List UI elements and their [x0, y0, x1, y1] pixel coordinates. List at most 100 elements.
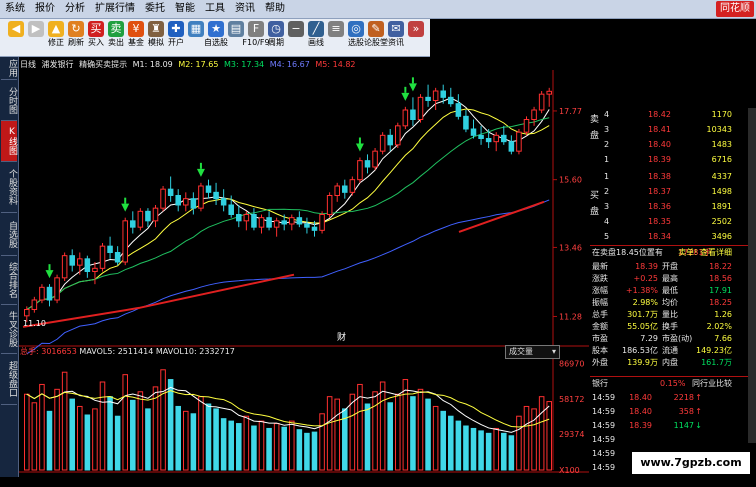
candle-body[interactable]	[54, 277, 60, 301]
candle-body[interactable]	[508, 141, 515, 152]
candle-body[interactable]	[296, 217, 303, 225]
candle-body[interactable]	[145, 210, 151, 222]
candle-body[interactable]	[24, 309, 30, 317]
candle-body[interactable]	[251, 214, 257, 228]
candle-body[interactable]	[304, 223, 310, 228]
candle-body[interactable]	[31, 299, 38, 310]
candle-body[interactable]	[493, 134, 499, 143]
candle-body[interactable]	[523, 119, 530, 133]
candle-body[interactable]	[198, 185, 204, 209]
candle-body[interactable]	[417, 96, 424, 120]
candle-body[interactable]	[39, 286, 45, 301]
candle-body[interactable]	[69, 255, 75, 266]
menu-item-0[interactable]: 系统	[0, 0, 30, 18]
candle-body[interactable]	[160, 188, 166, 209]
volume-indicator-select[interactable]: 成交量 ▾	[505, 345, 560, 359]
candle-body[interactable]	[326, 195, 333, 215]
candle-body[interactable]	[455, 103, 462, 117]
candle-body[interactable]	[175, 195, 181, 206]
candle-body[interactable]	[236, 214, 242, 222]
candle-body[interactable]	[531, 109, 537, 120]
candle-body[interactable]	[220, 198, 227, 206]
kline-chart[interactable]: 17.77 15.60 13.46 11.28 11.10 财 86970 58172 2937…	[19, 70, 589, 475]
menu-item-6[interactable]: 工具	[200, 0, 230, 18]
menu-item-7[interactable]: 资讯	[230, 0, 260, 18]
candle-body[interactable]	[205, 185, 212, 193]
notice-link[interactable]: 卖单! 查看详细	[678, 246, 732, 260]
candle-body[interactable]	[152, 207, 159, 222]
peer-compare-link[interactable]: 同行业比较	[692, 377, 732, 391]
candle-body[interactable]	[84, 258, 91, 272]
candle-body[interactable]	[99, 245, 106, 269]
candle-body[interactable]	[258, 217, 265, 228]
toolbar-button-0[interactable]: ◀	[6, 21, 26, 54]
indicator-name[interactable]: 精确买卖提示	[79, 60, 127, 69]
candle-body[interactable]	[266, 217, 272, 228]
left-tab-5[interactable]: 综合排名	[1, 256, 17, 305]
toolbar-button-10[interactable]: ★ 自选股	[204, 21, 228, 54]
candle-body[interactable]	[92, 267, 98, 272]
toolbar-button-20[interactable]: »	[406, 21, 426, 54]
menu-item-3[interactable]: 扩展行情	[90, 0, 140, 18]
finance-marker[interactable]: 财	[337, 331, 346, 343]
candle-body[interactable]	[273, 220, 280, 228]
candle-body[interactable]	[190, 198, 197, 209]
candle-body[interactable]	[501, 134, 507, 143]
period-label[interactable]: 日线	[20, 60, 36, 69]
toolbar-button-13[interactable]: ◷ 周期	[266, 21, 286, 54]
toolbar-button-15[interactable]: ╱ 画线	[306, 21, 326, 54]
candle-body[interactable]	[61, 255, 68, 279]
scrollbar[interactable]	[748, 108, 756, 443]
toolbar-button-19[interactable]: ✉ 资讯	[386, 21, 406, 54]
candle-body[interactable]	[334, 185, 340, 196]
candle-body[interactable]	[425, 96, 431, 102]
candle-body[interactable]	[448, 96, 454, 105]
menu-item-5[interactable]: 智能	[170, 0, 200, 18]
candle-body[interactable]	[516, 131, 522, 152]
candle-body[interactable]	[463, 115, 469, 130]
left-tab-6[interactable]: 牛叉诊股	[1, 305, 17, 354]
candle-body[interactable]	[137, 210, 144, 228]
left-tab-2[interactable]: K线图	[1, 121, 17, 162]
candle-body[interactable]	[349, 179, 356, 193]
candle-body[interactable]	[402, 109, 409, 127]
candle-body[interactable]	[114, 252, 121, 263]
candle-body[interactable]	[538, 93, 545, 111]
menu-item-2[interactable]: 分析	[60, 0, 90, 18]
left-tab-1[interactable]: 分时图	[1, 80, 17, 121]
candle-body[interactable]	[546, 90, 552, 95]
candle-body[interactable]	[379, 134, 386, 152]
candle-body[interactable]	[46, 286, 53, 301]
candle-body[interactable]	[478, 134, 484, 140]
candle-body[interactable]	[183, 198, 189, 206]
left-tab-7[interactable]: 超级盘口	[1, 354, 17, 405]
candle-body[interactable]	[167, 188, 174, 196]
left-tab-0[interactable]: 应用	[1, 57, 17, 80]
candle-body[interactable]	[281, 220, 287, 225]
candle-body[interactable]	[410, 109, 416, 120]
menu-item-8[interactable]: 帮助	[260, 0, 290, 18]
candle-body[interactable]	[77, 258, 83, 266]
candle-body[interactable]	[485, 138, 492, 143]
candle-body[interactable]	[342, 185, 348, 193]
candle-body[interactable]	[243, 214, 250, 222]
candle-body[interactable]	[213, 191, 219, 200]
candle-body[interactable]	[364, 160, 371, 168]
left-tab-3[interactable]: 个股资料	[1, 162, 17, 213]
candle-body[interactable]	[130, 220, 136, 228]
candle-body[interactable]	[395, 125, 401, 146]
menu-item-4[interactable]: 委托	[140, 0, 170, 18]
candle-body[interactable]	[470, 128, 477, 136]
candle-body[interactable]	[107, 245, 113, 254]
candle-body[interactable]	[319, 214, 325, 231]
candle-body[interactable]	[372, 150, 378, 168]
left-tab-4[interactable]: 自选股	[1, 213, 17, 256]
candle-body[interactable]	[311, 226, 318, 231]
menu-item-1[interactable]: 报价	[30, 0, 60, 18]
candle-body[interactable]	[122, 220, 128, 263]
candle-body[interactable]	[440, 90, 446, 98]
toolbar-button-8[interactable]: ✚ 开户	[166, 21, 186, 54]
candle-body[interactable]	[387, 134, 393, 146]
candle-body[interactable]	[357, 160, 363, 181]
candle-body[interactable]	[228, 204, 234, 215]
